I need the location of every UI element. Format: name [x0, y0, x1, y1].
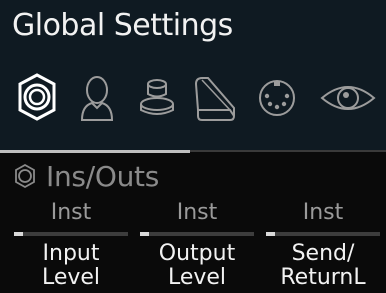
param-slider[interactable]: [140, 232, 254, 236]
expression-pedal-icon[interactable]: [190, 70, 240, 126]
global-settings-screen: Global Settings Ins/Outs Inst Input Leve…: [0, 0, 386, 293]
top-panel: Global Settings: [0, 0, 386, 150]
param-name-line2: ReturnL: [280, 265, 366, 290]
section-header: Ins/Outs: [12, 156, 159, 196]
param-name: Input Level: [12, 242, 130, 290]
param-send-return-level[interactable]: Inst Send/ ReturnL: [264, 196, 382, 293]
midi-icon[interactable]: [252, 70, 302, 126]
param-name-line1: Send/: [291, 241, 355, 266]
param-name-line1: Output: [158, 241, 236, 266]
param-slider-fill: [140, 232, 150, 236]
selected-category-indicator: [0, 150, 190, 153]
param-name-line1: Input: [42, 241, 100, 266]
param-name-line2: Level: [41, 265, 101, 290]
param-input-level[interactable]: Inst Input Level: [12, 196, 130, 293]
param-value: Inst: [176, 200, 218, 225]
section-title: Ins/Outs: [46, 159, 159, 193]
param-name-line2: Level: [167, 265, 227, 290]
param-value: Inst: [50, 200, 92, 225]
param-name: Send/ ReturnL: [264, 242, 382, 290]
category-icons-row: [0, 70, 386, 130]
param-output-level[interactable]: Inst Output Level: [138, 196, 256, 293]
param-value: Inst: [302, 200, 344, 225]
param-name: Output Level: [138, 242, 256, 290]
ins-outs-small-icon: [15, 163, 35, 189]
ins-outs-icon[interactable]: [12, 70, 62, 126]
param-slider-fill: [14, 232, 24, 236]
eye-icon[interactable]: [318, 70, 378, 126]
param-slider[interactable]: [14, 232, 128, 236]
footswitch-icon[interactable]: [132, 70, 182, 126]
page-title: Global Settings: [12, 8, 233, 43]
user-icon[interactable]: [72, 70, 122, 126]
param-slider[interactable]: [266, 232, 380, 236]
param-slider-fill: [266, 232, 276, 236]
